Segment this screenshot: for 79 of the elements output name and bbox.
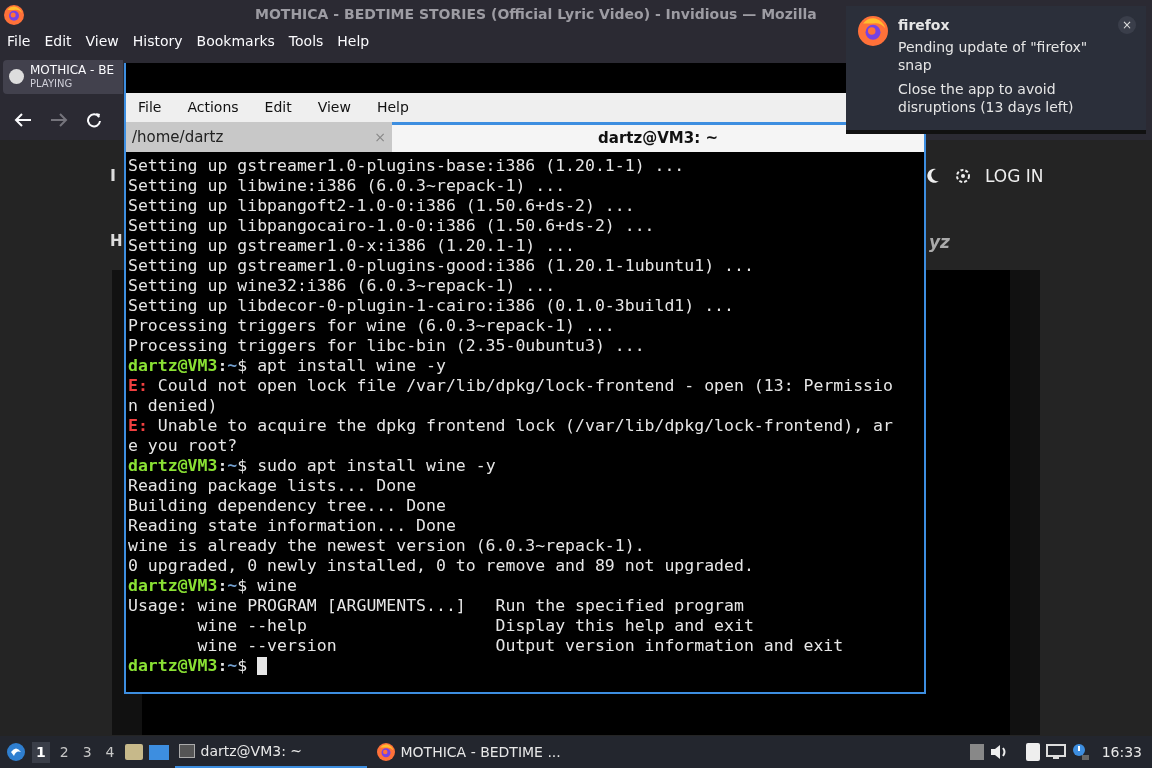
tab-status: PLAYING <box>30 76 74 90</box>
terminal-error-line: E: Unable to acquire the dpkg frontend lock (/var/lib/dpkg/lock-frontend), ar <box>128 416 894 436</box>
close-icon[interactable]: × <box>1118 16 1136 34</box>
menu-item[interactable]: Edit <box>44 30 72 52</box>
terminal-line: Reading package lists... Done <box>128 476 418 496</box>
menu-item[interactable]: File <box>138 97 162 118</box>
menu-item[interactable]: Bookmarks <box>196 30 275 52</box>
terminal-command: $ sudo apt install wine -y <box>237 456 496 476</box>
app-logo-icon <box>858 16 888 46</box>
video-title: H <box>110 231 123 252</box>
terminal-line: Setting up libpangoft2-1.0-0:i386 (1.50.6+ds-2) ... <box>128 196 636 216</box>
desktop-icon[interactable] <box>148 744 169 760</box>
settings-icon[interactable] <box>955 168 971 184</box>
terminal-line: n denied) <box>128 396 219 416</box>
network-icon[interactable] <box>1045 744 1066 760</box>
tab-title: MOTHICA - BE <box>30 63 115 77</box>
terminal-command: $ apt install wine -y <box>237 356 446 376</box>
back-icon[interactable] <box>14 112 32 128</box>
menu-item[interactable]: Help <box>376 97 409 118</box>
workspace-button[interactable]: 4 <box>101 741 119 763</box>
notification-app: firefox <box>898 16 951 34</box>
terminal-tab[interactable]: dartz@VM3: ~ <box>392 122 924 152</box>
terminal-line: wine --help Display this help and exit <box>196 616 755 636</box>
menu-item[interactable]: Edit <box>264 97 292 118</box>
terminal-line: Processing triggers for wine (6.0.3~repack-1) ... <box>128 316 616 336</box>
channel-name[interactable]: yz <box>929 230 950 256</box>
terminal-line: e you root? <box>128 436 239 456</box>
terminal-line: Processing triggers for libc-bin (2.35-0ubuntu3) ... <box>128 336 646 356</box>
clock: 16:33 <box>1101 742 1142 762</box>
terminal-line: Setting up libdecor-0-plugin-1-cairo:i386 (0.1.0-3build1) ... <box>128 296 735 316</box>
forward-icon[interactable] <box>50 112 68 128</box>
terminal-tab[interactable]: /home/dartz × <box>126 122 392 152</box>
terminal-command: $ <box>237 656 249 676</box>
workspace-button[interactable]: 3 <box>78 741 96 763</box>
terminal-line: 0 upgraded, 0 newly installed, 0 to remove and 89 not upgraded. <box>128 556 755 576</box>
workspace-button[interactable]: 2 <box>55 741 73 763</box>
moon-icon[interactable] <box>926 168 940 184</box>
terminal-prompt: dartz@VM3:~ <box>128 656 238 676</box>
terminal-prompt: dartz@VM3:~ <box>128 456 238 476</box>
notification-summary: Pending update of "firefox" snap <box>898 38 1089 74</box>
browser-logo-icon <box>4 4 24 25</box>
start-menu-icon[interactable] <box>6 742 26 762</box>
site-logo[interactable]: I <box>110 164 116 188</box>
reload-icon[interactable] <box>86 112 102 128</box>
menu-item[interactable]: Actions <box>187 97 239 118</box>
menu-item[interactable]: History <box>132 30 183 52</box>
terminal-command: $ wine <box>237 576 297 596</box>
terminal-line: Setting up gstreamer1.0-plugins-base:i386 (1.20.1-1) ... <box>128 156 686 176</box>
terminal-line: Usage: wine PROGRAM [ARGUMENTS...] Run the specified program <box>128 596 745 616</box>
window-title: MOTHICA - BEDTIME STORIES (Official Lyric Video) - Invidious — Mozilla <box>255 5 817 24</box>
terminal-icon <box>178 744 195 758</box>
terminal-line: Setting up gstreamer1.0-x:i386 (1.20.1-1) ... <box>128 236 577 256</box>
taskbar-task[interactable]: MOTHICA - BEDTIME ... <box>372 736 573 768</box>
tab-favicon-icon <box>9 69 24 84</box>
terminal-prompt: dartz@VM3:~ <box>128 356 238 376</box>
terminal-line: Setting up wine32:i386 (6.0.3~repack-1) ... <box>128 276 557 296</box>
menu-item[interactable]: File <box>7 30 31 52</box>
terminal-line: Setting up libpangocairo-1.0-0:i386 (1.50.6+ds-2) ... <box>128 216 656 236</box>
volume-icon[interactable] <box>989 744 1008 760</box>
file-manager-icon[interactable] <box>124 744 143 760</box>
menu-item[interactable]: Help <box>337 30 370 52</box>
login-link[interactable]: LOG IN <box>985 164 1044 190</box>
terminal-line: Building dependency tree... Done <box>128 496 447 516</box>
terminal-prompt: dartz@VM3:~ <box>128 576 238 596</box>
terminal-line: Setting up libwine:i386 (6.0.3~repack-1) ... <box>128 176 567 196</box>
notification-icon[interactable] <box>1071 743 1090 761</box>
taskbar-task[interactable]: dartz@VM3: ~ <box>174 736 367 768</box>
menu-item[interactable]: View <box>85 30 119 52</box>
workspace-button[interactable]: 1 <box>32 741 50 763</box>
browser-tab[interactable]: MOTHICA - BE PLAYING <box>3 59 123 94</box>
terminal-line: wine is already the newest version (6.0.3~repack-1). <box>128 536 646 556</box>
menu-item[interactable]: View <box>317 97 351 118</box>
notification-body: Close the app to avoid disruptions (13 days left) <box>898 80 1075 116</box>
terminal-error-line: E: Could not open lock file /var/lib/dpkg/lock-frontend - open (13: Permissio <box>128 376 894 396</box>
terminal-line: Setting up gstreamer1.0-plugins-good:i386 (1.20.1-1ubuntu1) ... <box>128 256 755 276</box>
terminal-line: wine --version Output version information and exit <box>196 636 845 656</box>
terminal-line: Reading state information... Done <box>128 516 457 536</box>
menu-item[interactable]: Tools <box>288 30 324 52</box>
browser-logo-icon <box>376 743 395 761</box>
